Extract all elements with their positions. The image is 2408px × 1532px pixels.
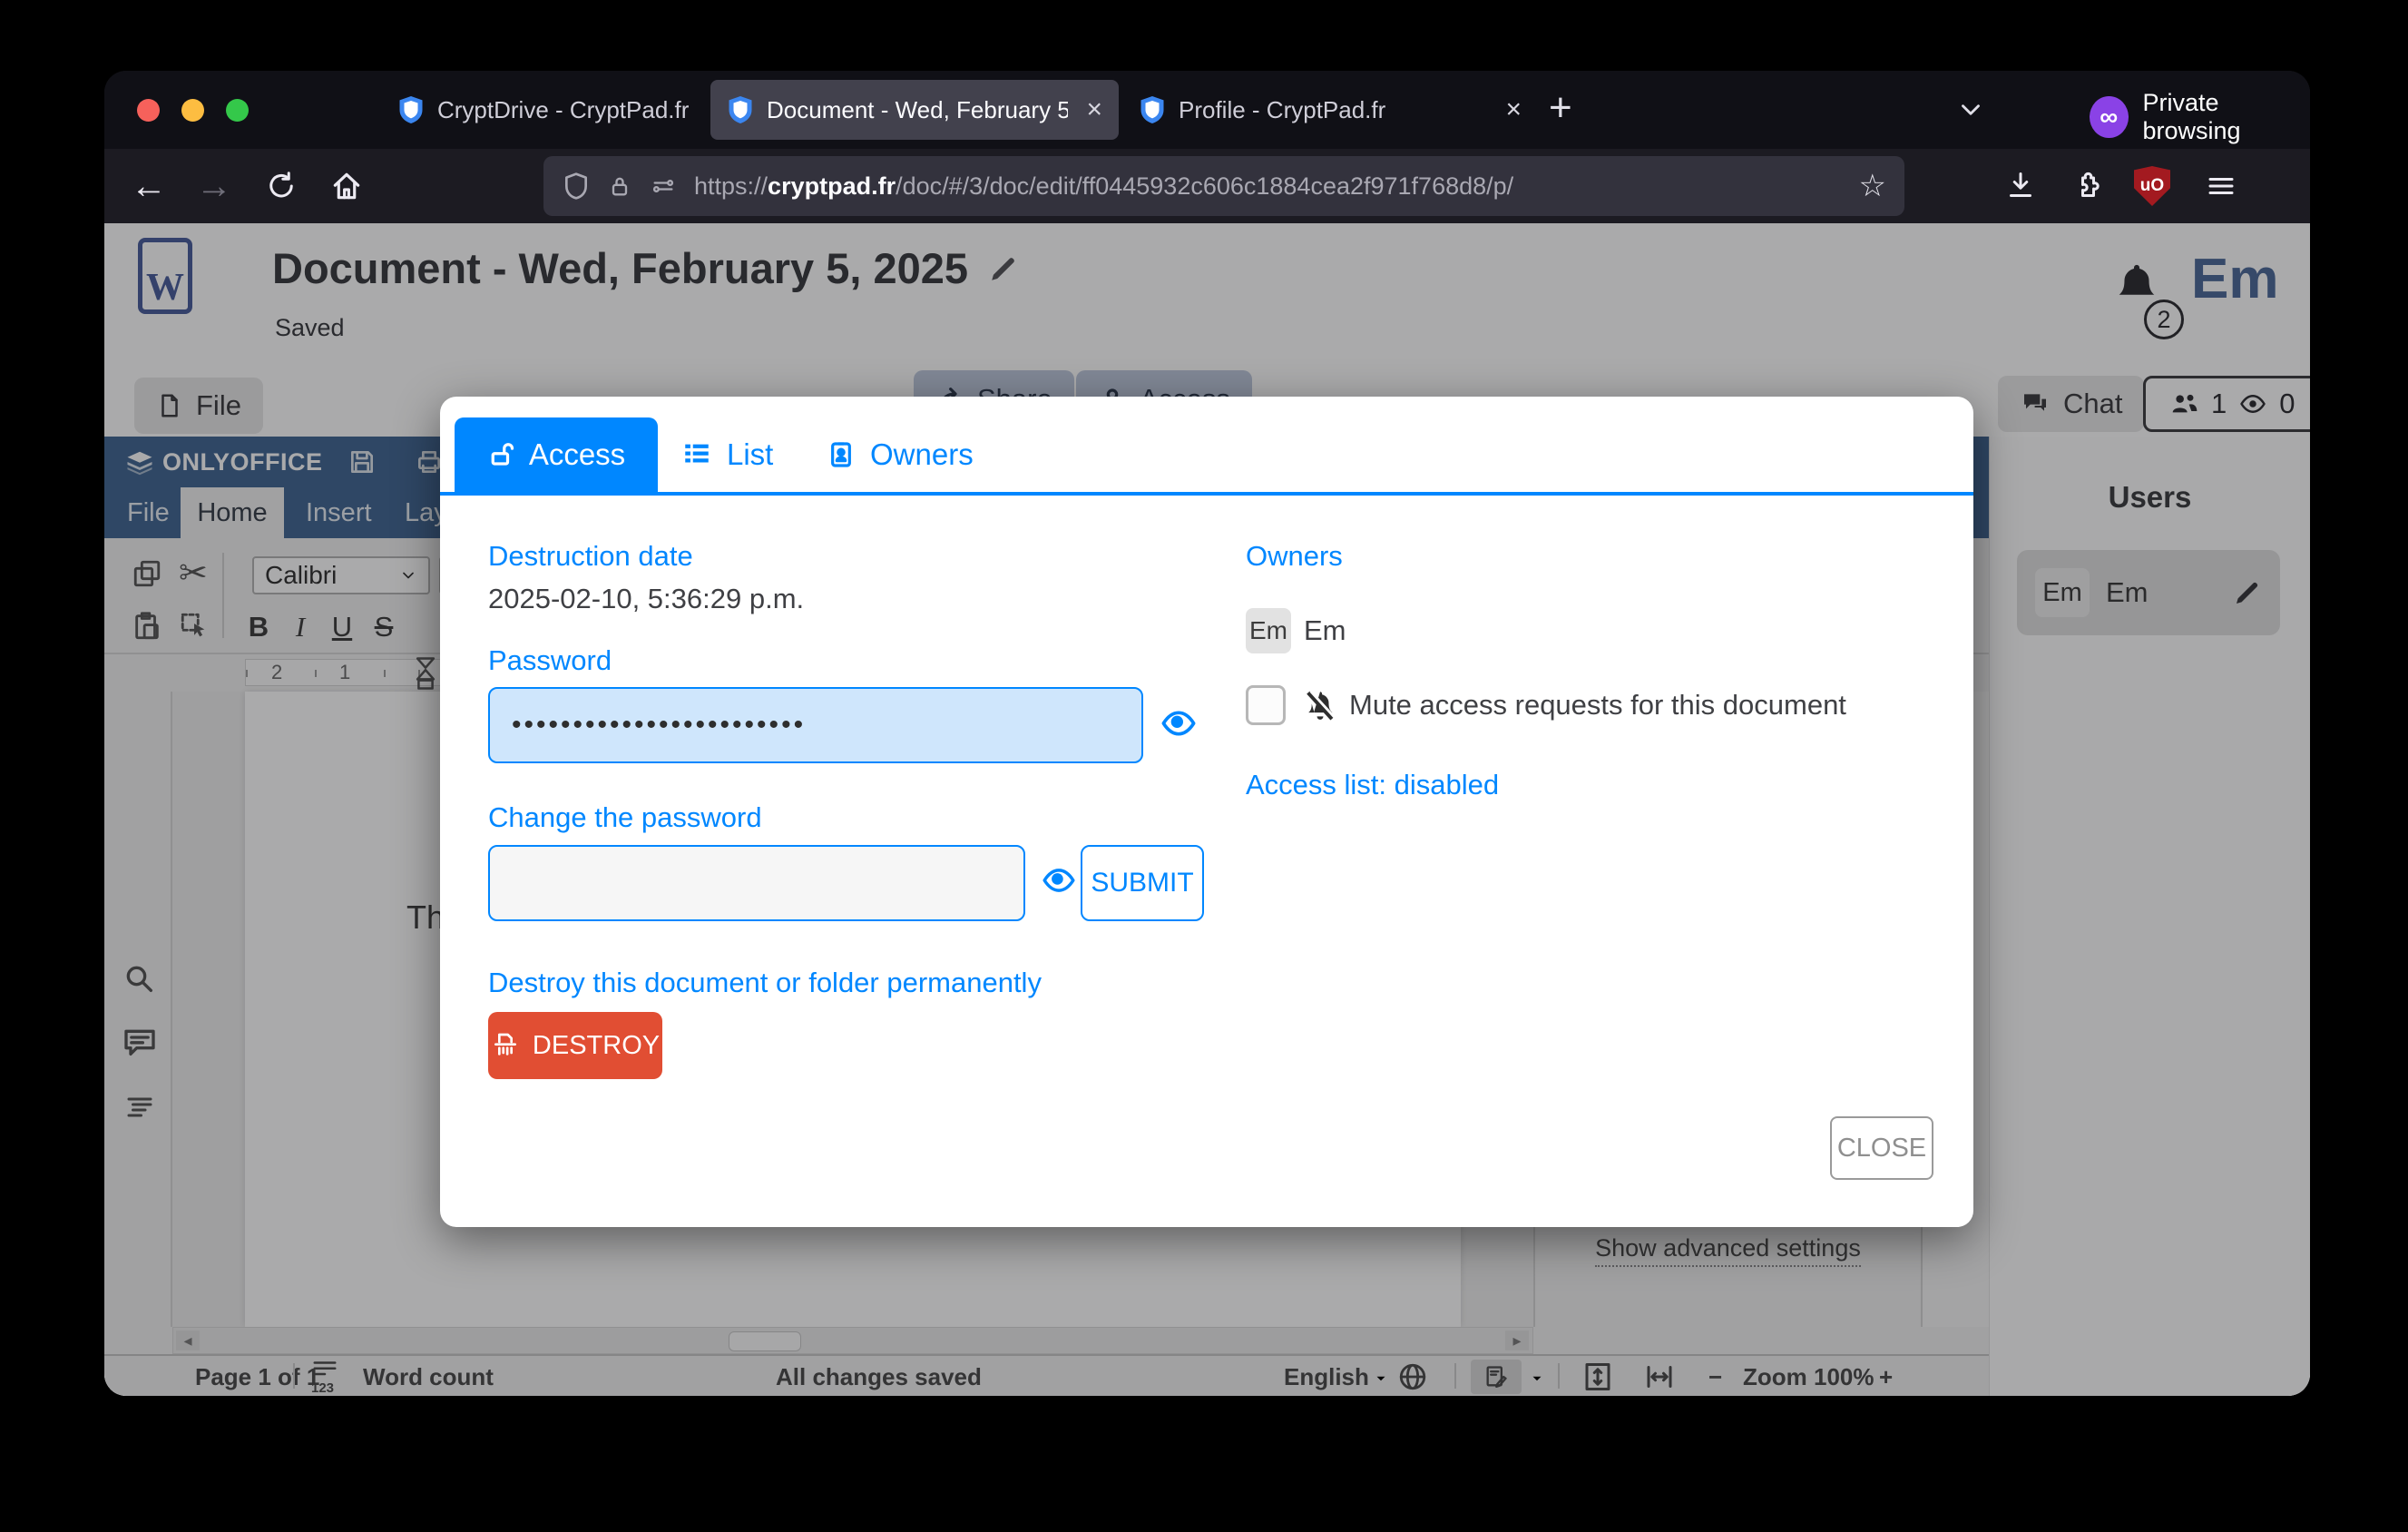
cryptpad-favicon <box>727 94 754 125</box>
puzzle-icon <box>2070 170 2103 202</box>
window-controls <box>137 99 249 122</box>
reveal-password-eye-icon[interactable] <box>1157 705 1200 741</box>
lock-icon <box>607 172 632 201</box>
menu-button[interactable] <box>2197 162 2246 211</box>
home-icon <box>329 169 364 203</box>
ublock-shield-icon: uO <box>2134 166 2170 206</box>
destruction-date-value: 2025-02-10, 5:36:29 p.m. <box>488 583 804 615</box>
private-browsing-badge: ∞ Private browsing <box>2090 89 2310 145</box>
home-button[interactable] <box>322 162 371 211</box>
cryptpad-favicon <box>397 94 425 125</box>
destroy-label: Destroy this document or folder permanen… <box>488 967 1042 999</box>
owners-label: Owners <box>1246 540 1343 573</box>
extensions-button[interactable] <box>2062 162 2111 211</box>
list-tabs-chevron-icon[interactable] <box>1955 94 1986 130</box>
tab-access-label: Access <box>529 437 625 472</box>
access-modal: Access List Owners Destruction date 2025… <box>440 397 1973 1227</box>
close-button[interactable]: CLOSE <box>1830 1116 1933 1180</box>
tab-access[interactable]: Access <box>455 417 658 492</box>
destruction-date-label: Destruction date <box>488 540 693 573</box>
url-bar[interactable]: https://cryptpad.fr/doc/#/3/doc/edit/ff0… <box>543 156 1904 216</box>
submit-button[interactable]: SUBMIT <box>1081 845 1204 921</box>
tab-close-icon[interactable]: × <box>1086 94 1102 125</box>
bookmark-star-icon[interactable]: ☆ <box>1859 168 1886 204</box>
navigation-bar: ← → https://cryptpad.fr/doc/#/3/doc/edit… <box>104 149 2310 223</box>
password-field[interactable]: •••••••••••••••••••••••• <box>488 687 1143 763</box>
page-content: W Document - Wed, February 5, 2025 Saved… <box>104 223 2310 1396</box>
id-badge-icon <box>827 438 856 471</box>
list-icon <box>681 439 712 470</box>
bell-slash-icon <box>1300 687 1340 725</box>
ublock-button[interactable]: uO <box>2128 162 2177 211</box>
url-text: https://cryptpad.fr/doc/#/3/doc/edit/ff0… <box>694 172 1843 201</box>
minimize-window-button[interactable] <box>181 99 204 122</box>
close-window-button[interactable] <box>137 99 160 122</box>
mute-requests-checkbox[interactable] <box>1246 685 1286 725</box>
tab-list[interactable]: List <box>661 417 793 492</box>
owner-name: Em <box>1304 614 1346 647</box>
url-host: cryptpad.fr <box>768 172 896 200</box>
tab-title: Profile - CryptPad.fr <box>1179 96 1487 124</box>
owner-avatar-chip: Em <box>1246 608 1291 653</box>
forward-button[interactable]: → <box>190 162 239 211</box>
download-icon <box>2004 170 2037 202</box>
modal-tab-bar: Access List Owners <box>440 397 1973 496</box>
private-mask-icon: ∞ <box>2090 96 2129 138</box>
destroy-button[interactable]: DESTROY <box>488 1012 662 1079</box>
change-password-label: Change the password <box>488 801 762 834</box>
new-tab-button[interactable]: + <box>1549 85 1572 131</box>
private-browsing-label: Private browsing <box>2143 89 2310 145</box>
permissions-icon <box>649 173 678 199</box>
maximize-window-button[interactable] <box>226 99 249 122</box>
new-password-input[interactable] <box>488 845 1025 921</box>
unlock-icon <box>487 439 514 470</box>
reload-button[interactable] <box>257 162 306 211</box>
password-label: Password <box>488 644 612 677</box>
reveal-new-password-eye-icon[interactable] <box>1039 863 1079 898</box>
browser-window: CryptDrive - CryptPad.fr × Document - We… <box>104 71 2310 1396</box>
cryptpad-favicon <box>1139 94 1166 125</box>
tab-profile[interactable]: Profile - CryptPad.fr × <box>1122 80 1538 140</box>
hamburger-icon <box>2205 170 2237 202</box>
tab-title: CryptDrive - CryptPad.fr <box>437 96 748 124</box>
access-list-link[interactable]: Access list: disabled <box>1246 769 1499 801</box>
tab-close-icon[interactable]: × <box>1505 94 1522 125</box>
mute-requests-label: Mute access requests for this document <box>1349 689 1846 722</box>
tab-owners[interactable]: Owners <box>807 417 994 492</box>
downloads-button[interactable] <box>1996 162 2045 211</box>
tab-bar: CryptDrive - CryptPad.fr × Document - We… <box>104 71 2310 149</box>
shredder-icon <box>491 1031 520 1060</box>
destroy-button-label: DESTROY <box>533 1031 660 1061</box>
reload-icon <box>265 170 298 202</box>
tab-owners-label: Owners <box>870 437 974 472</box>
back-button[interactable]: ← <box>124 162 173 211</box>
tab-list-label: List <box>727 437 773 472</box>
tab-document-active[interactable]: Document - Wed, February 5, 20 × <box>710 80 1119 140</box>
tracking-shield-icon <box>562 171 591 201</box>
tab-title: Document - Wed, February 5, 20 <box>767 96 1068 124</box>
